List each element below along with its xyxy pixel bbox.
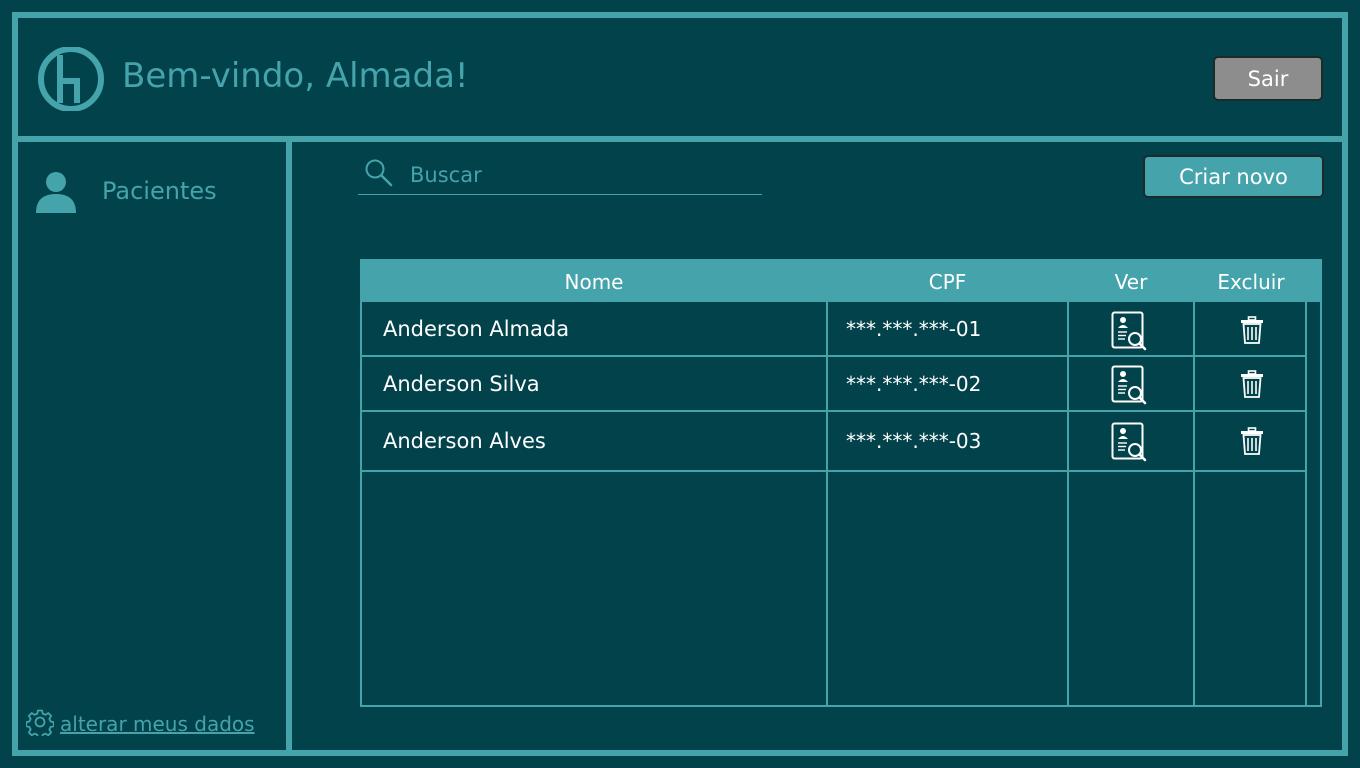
- trash-icon[interactable]: [1240, 316, 1264, 348]
- patients-table: Nome CPF Ver Excluir Anderson Almada ***…: [360, 259, 1322, 707]
- create-new-button[interactable]: Criar novo: [1143, 155, 1324, 198]
- sidebar-divider: [286, 142, 292, 750]
- patient-cpf: ***.***.***-02: [846, 371, 982, 396]
- logout-button[interactable]: Sair: [1213, 56, 1323, 101]
- patient-name: Anderson Alves: [383, 429, 546, 453]
- column-header-cpf: CPF: [928, 269, 967, 294]
- row-divider: [362, 470, 1306, 472]
- sidebar-item-label: Pacientes: [102, 177, 217, 205]
- view-record-icon[interactable]: [1111, 311, 1147, 355]
- table-header: Nome CPF Ver Excluir: [362, 261, 1320, 302]
- sidebar-item-pacientes[interactable]: Pacientes: [34, 168, 274, 214]
- trash-icon[interactable]: [1240, 427, 1264, 459]
- column-header-excluir: Excluir: [1217, 269, 1285, 294]
- table-row: Anderson Silva ***.***.***-02: [362, 357, 1306, 410]
- patient-name: Anderson Silva: [383, 371, 540, 396]
- trash-icon[interactable]: [1240, 370, 1264, 402]
- header-divider: [12, 136, 1348, 142]
- patient-name: Anderson Almada: [383, 316, 570, 341]
- view-record-icon[interactable]: [1111, 422, 1147, 466]
- table-row: Anderson Almada ***.***.***-01: [362, 302, 1306, 355]
- logo-icon: [36, 46, 106, 112]
- search-bar: [358, 156, 762, 195]
- user-icon: [34, 169, 78, 213]
- table-row: Anderson Alves ***.***.***-03: [362, 412, 1306, 470]
- settings-link[interactable]: alterar meus dados: [25, 708, 255, 740]
- search-input[interactable]: [410, 163, 730, 187]
- patient-cpf: ***.***.***-01: [846, 316, 982, 341]
- column-header-ver: Ver: [1114, 269, 1148, 294]
- settings-link-label: alterar meus dados: [60, 712, 255, 736]
- search-icon: [358, 158, 410, 192]
- view-record-icon[interactable]: [1111, 365, 1147, 409]
- column-header-nome: Nome: [564, 269, 624, 294]
- welcome-title: Bem-vindo, Almada!: [122, 56, 469, 96]
- patient-cpf: ***.***.***-03: [846, 429, 982, 453]
- gear-icon: [25, 708, 60, 740]
